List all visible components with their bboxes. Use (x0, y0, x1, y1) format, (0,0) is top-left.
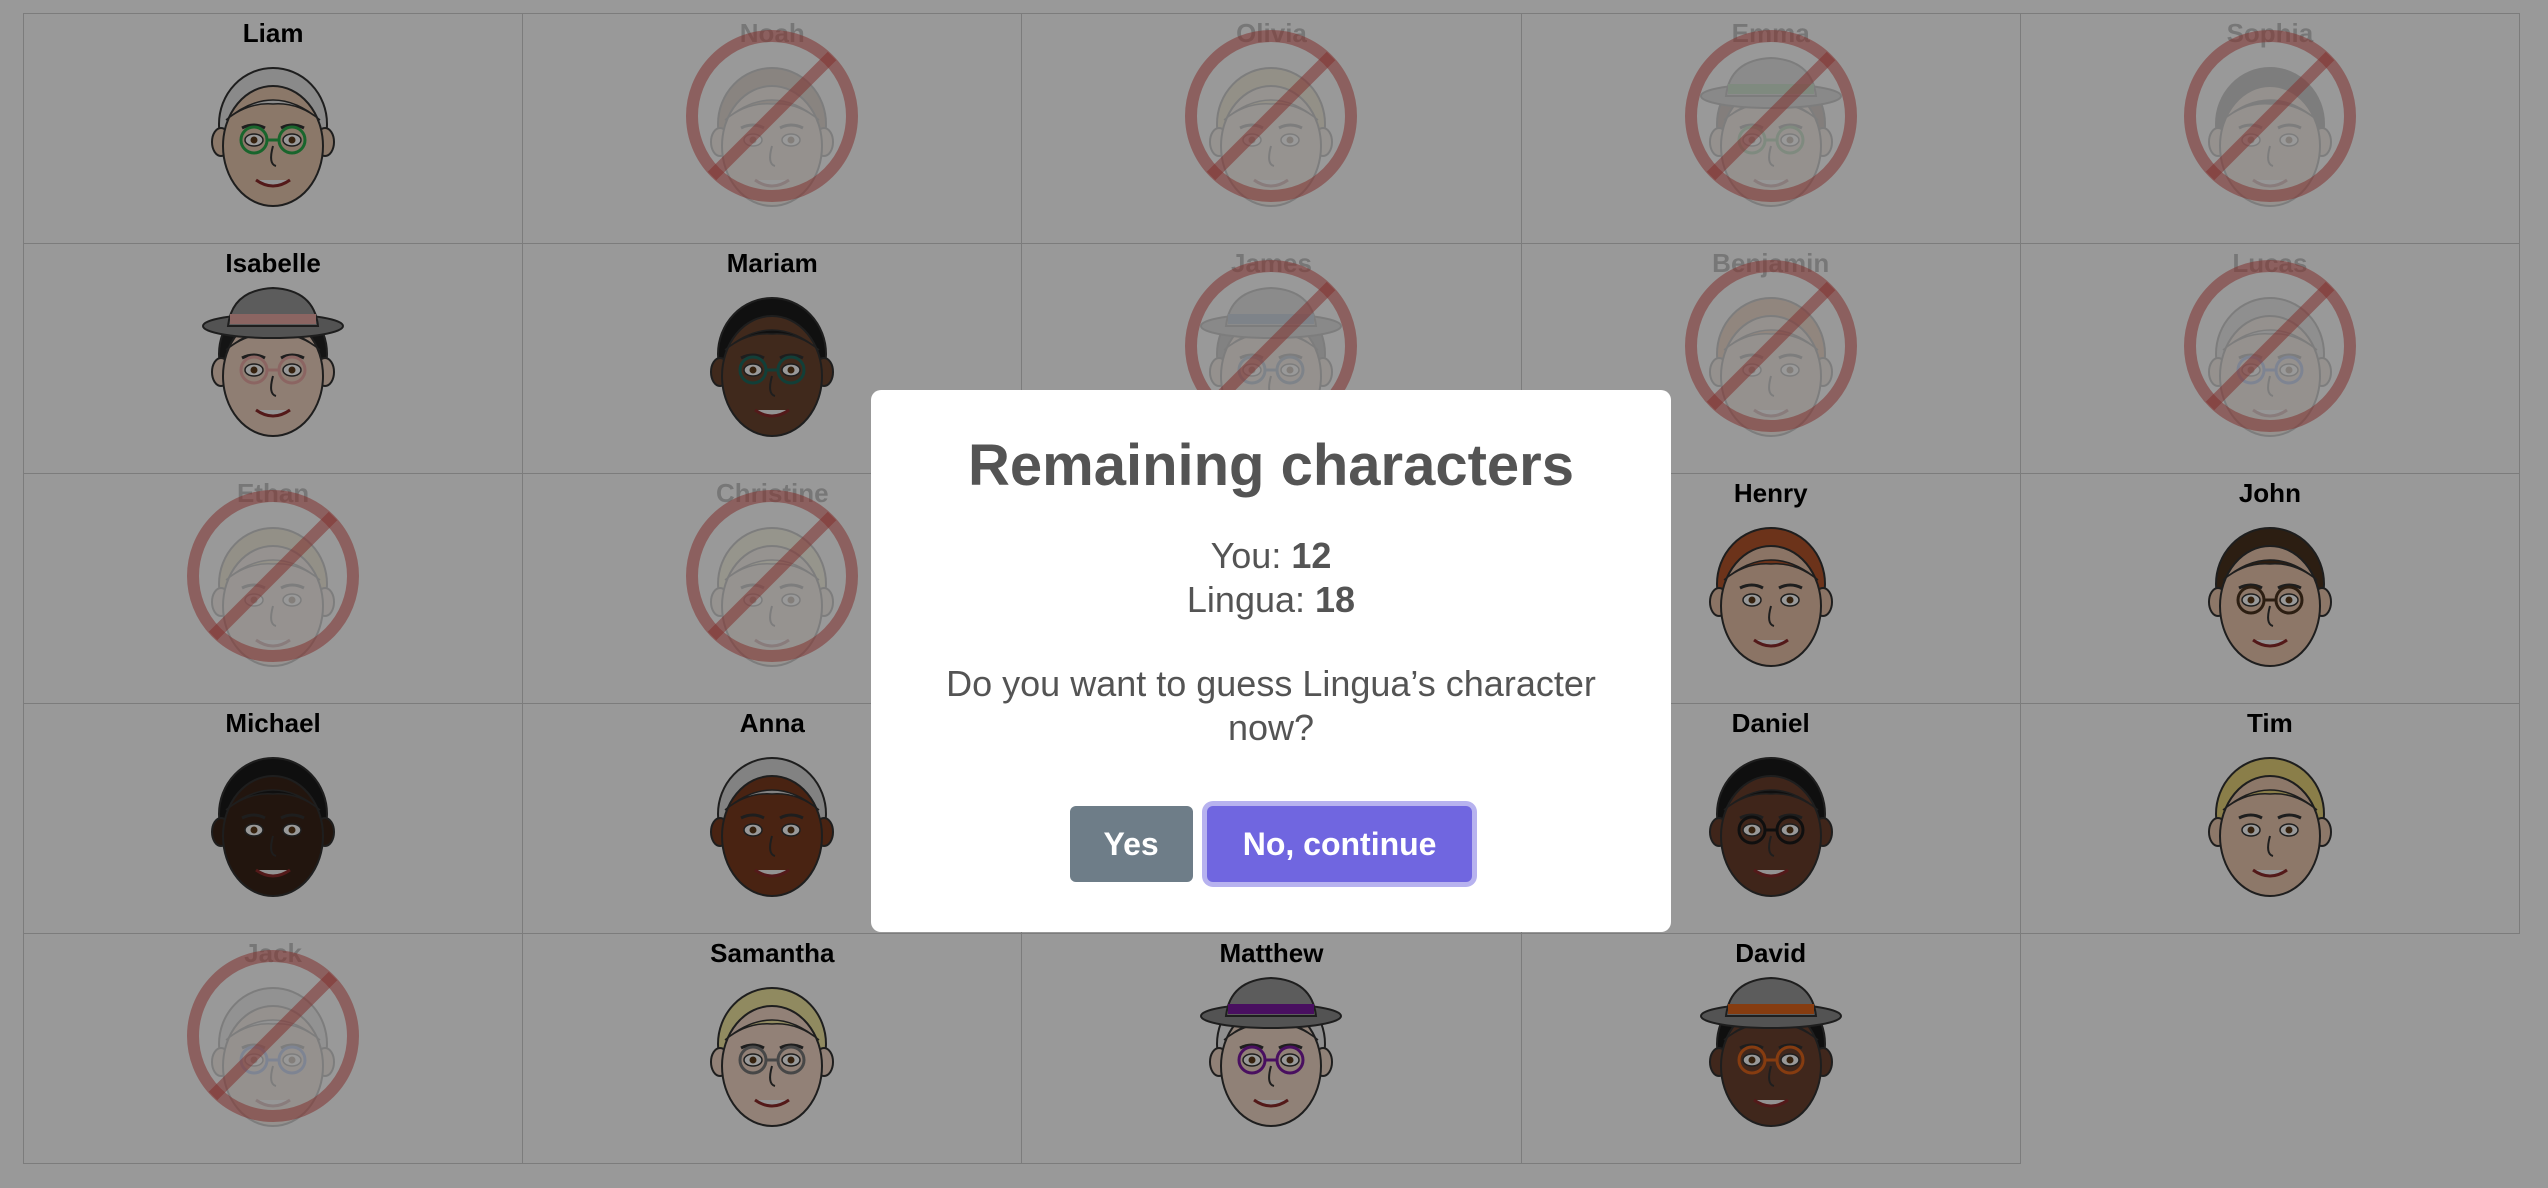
opponent-remaining-count: 18 (1315, 579, 1356, 620)
dialog-title: Remaining characters (967, 433, 1575, 498)
yes-button[interactable]: Yes (1069, 806, 1193, 882)
guess-question: Do you want to guess Lingua’s character … (946, 663, 1596, 748)
player-remaining-label: You: (1210, 535, 1282, 576)
player-remaining-count: 12 (1291, 535, 1332, 576)
opponent-remaining-row: Lingua: 18 (911, 578, 1631, 622)
opponent-remaining-label: Lingua: (1186, 579, 1306, 620)
remaining-counts: You: 12 Lingua: 18 (911, 534, 1631, 622)
dialog-actions: Yes No, continue (911, 806, 1631, 882)
remaining-characters-dialog: Remaining characters You: 12 Lingua: 18 … (871, 390, 1671, 932)
no-continue-button[interactable]: No, continue (1206, 806, 1473, 882)
player-remaining-row: You: 12 (911, 534, 1631, 578)
